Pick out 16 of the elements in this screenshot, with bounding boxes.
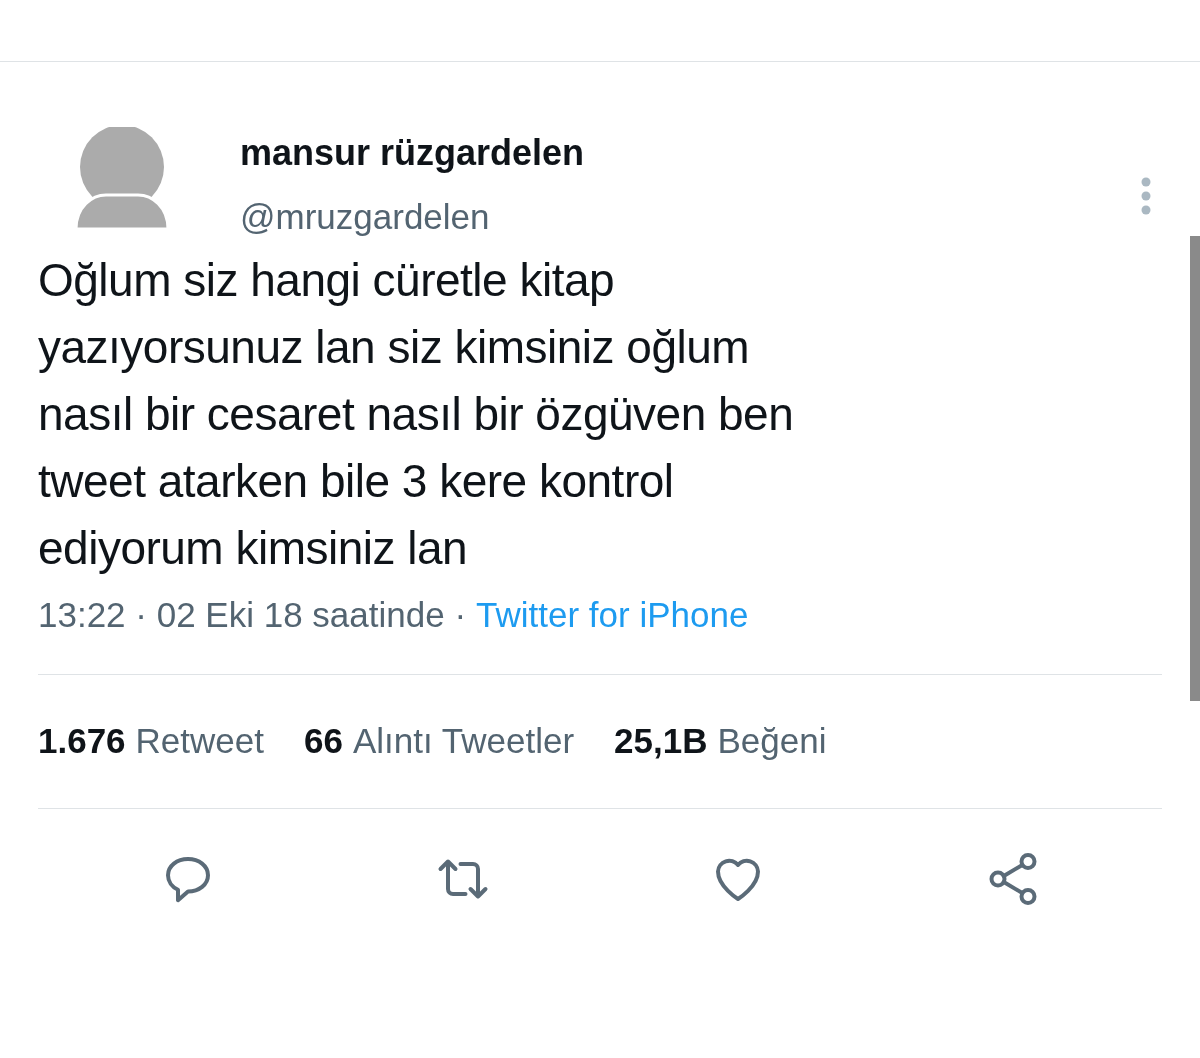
tweet-text-line: Oğlum siz hangi cüretle kitap [38, 253, 616, 308]
stat-count: 1.676 [38, 720, 126, 763]
stat-label[interactable]: Beğeni [717, 715, 827, 768]
author-handle: @mruzgardelen [240, 196, 491, 238]
tweet-text-line: tweet atarken bile 3 kere kontrol [38, 454, 675, 509]
stat-count: 25,1B [614, 720, 708, 763]
tweet-text-line: ediyorum kimsiniz lan [38, 521, 469, 576]
tweet-timestamp: 13:22 · 02 Eki 18 saatinde · [38, 594, 467, 636]
tweet-text-line: yazıyorsunuz lan siz kimsiniz oğlum [38, 320, 751, 375]
stat-label[interactable]: Retweet [135, 715, 264, 768]
author-name: mansur rüzgardelen [240, 131, 586, 175]
scrollbar-thumb[interactable] [1190, 236, 1200, 701]
tweet-text-line: nasıl bir cesaret nasıl bir özgüven ben [38, 387, 795, 442]
avatar-icon [76, 127, 168, 229]
stat-label[interactable]: Alıntı Tweetler [352, 715, 575, 768]
stat-count: 66 [304, 720, 343, 763]
